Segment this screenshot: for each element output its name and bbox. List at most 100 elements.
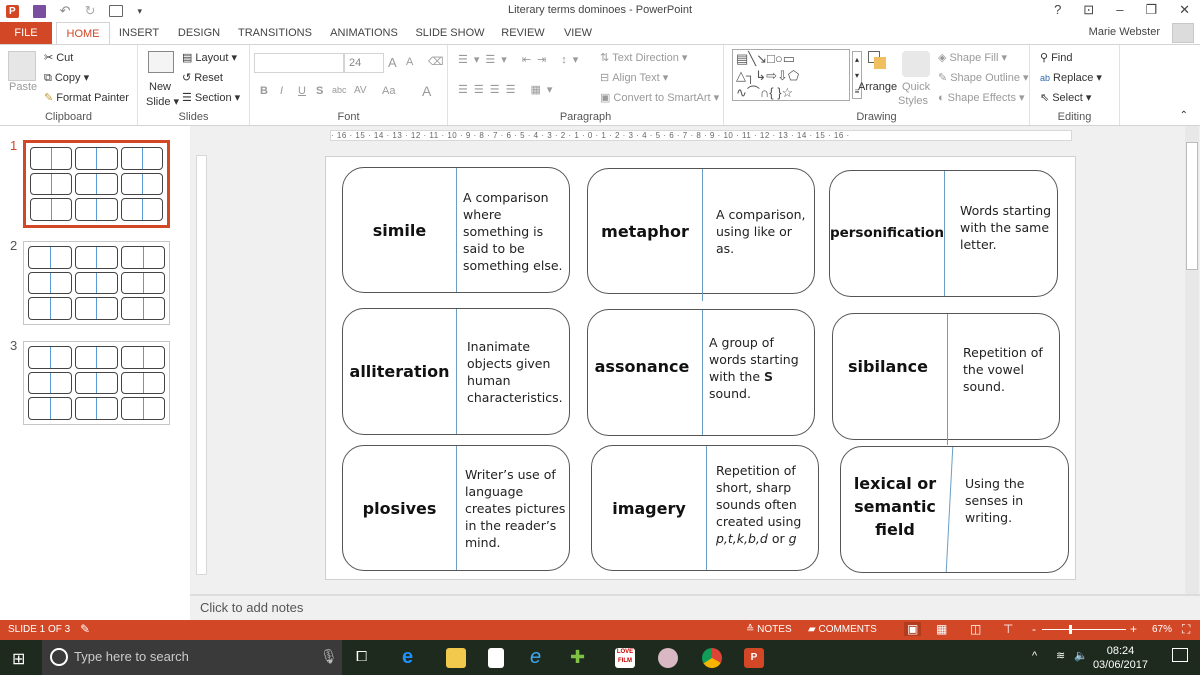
shapes-gallery[interactable]: ▤╲↘□○▭ △┐↳⇨⇩⬠ ∿⌒∩{ }☆ (732, 49, 850, 101)
slide-thumbnail-3[interactable] (23, 341, 170, 425)
scrollbar-thumb[interactable] (1186, 142, 1198, 270)
taskbar-search-box[interactable]: Type here to search 🎙 (42, 640, 342, 675)
domino-card[interactable]: metaphor A comparison, using like or as. (587, 168, 815, 301)
domino-card[interactable]: assonance A group of words starting with… (587, 309, 815, 436)
clear-formatting-icon[interactable]: ⌫ (428, 55, 444, 68)
powerpoint-app-icon[interactable]: P (6, 4, 19, 18)
windows-start-icon[interactable]: ⊞ (12, 649, 25, 669)
layout-button[interactable]: ▤ Layout ▾ (182, 51, 237, 64)
tab-view[interactable]: VIEW (556, 22, 600, 44)
task-view-icon[interactable]: ⧠ (356, 648, 367, 665)
chrome-icon[interactable] (702, 648, 722, 668)
domino-card[interactable]: imagery Repetition of short, sharp sound… (591, 445, 819, 571)
quick-styles-icon[interactable] (902, 51, 930, 77)
ribbon-display-icon[interactable]: ⊡ (1083, 2, 1094, 18)
customize-qat-icon[interactable]: ▾ (137, 6, 142, 17)
underline-button[interactable]: U (298, 85, 306, 97)
system-clock[interactable]: 08:24 03/06/2017 (1093, 644, 1148, 672)
slideshow-view-icon[interactable]: ⊤ (1003, 622, 1013, 636)
domino-card[interactable]: simile A comparison where something is s… (342, 167, 570, 293)
italic-button[interactable]: I (280, 85, 283, 97)
text-direction-button[interactable]: ⇅ Text Direction ▾ (600, 51, 687, 64)
format-painter-button[interactable]: ✎ Format Painter (44, 91, 129, 104)
wifi-icon[interactable]: ≋ (1056, 649, 1065, 662)
copy-button[interactable]: ⧉ Copy ▾ (44, 71, 89, 85)
quick-styles-button[interactable]: Quick (902, 81, 930, 93)
arrange-icon[interactable] (868, 51, 892, 73)
find-button[interactable]: ⚲ Find (1040, 51, 1072, 64)
app-plus-icon[interactable]: ✚ (570, 648, 590, 668)
tab-home[interactable]: HOME (56, 22, 110, 45)
snipping-tool-icon[interactable] (658, 648, 678, 668)
zoom-slider-thumb[interactable] (1068, 625, 1072, 634)
zoom-in-button[interactable]: + (1130, 622, 1137, 636)
strikethrough-button[interactable]: abc (332, 85, 347, 95)
shadow-button[interactable]: S (316, 85, 323, 97)
list-buttons[interactable]: ☰▾☰▾ ⇤⇥ ↕▾ (458, 53, 584, 66)
file-explorer-icon[interactable] (446, 648, 466, 668)
slide-thumbnail-1[interactable] (23, 140, 170, 228)
paste-icon[interactable] (8, 51, 36, 81)
help-icon[interactable]: ? (1054, 2, 1061, 18)
tab-slide-show[interactable]: SLIDE SHOW (414, 22, 486, 44)
font-name-input[interactable] (254, 53, 344, 73)
alignment-buttons[interactable]: ☰☰☰☰ ▦▾ (458, 83, 558, 96)
spelling-icon[interactable]: ✎ (80, 622, 90, 636)
slide-canvas[interactable]: simile A comparison where something is s… (325, 156, 1076, 580)
cut-button[interactable]: ✂ Cut (44, 51, 73, 64)
domino-card[interactable]: plosives Writer’s use of language create… (342, 445, 570, 571)
font-color-button[interactable]: A (422, 83, 431, 99)
edge-browser-icon[interactable]: e (402, 647, 422, 668)
comments-button[interactable]: ▰ COMMENTS (808, 624, 877, 635)
lovefilm-icon[interactable]: LOVE FILM (615, 648, 635, 668)
volume-icon[interactable]: 🔈 (1074, 649, 1088, 662)
avatar[interactable] (1172, 23, 1194, 43)
replace-button[interactable]: ab Replace ▾ (1040, 71, 1102, 84)
slide-thumbnail-2[interactable] (23, 241, 170, 325)
character-spacing-button[interactable]: AV (354, 85, 367, 96)
zoom-level[interactable]: 67% (1152, 624, 1172, 635)
shape-outline-button[interactable]: ✎ Shape Outline ▾ (938, 71, 1029, 84)
section-button[interactable]: ☰ Section ▾ (182, 91, 240, 104)
user-name[interactable]: Marie Webster (1089, 26, 1160, 38)
domino-card[interactable]: personification Words starting with the … (829, 170, 1058, 297)
microphone-icon[interactable]: 🎙 (320, 648, 338, 665)
bold-button[interactable]: B (260, 85, 268, 97)
reading-view-icon[interactable]: ◫ (970, 622, 981, 636)
tab-design[interactable]: DESIGN (172, 22, 226, 44)
shape-effects-button[interactable]: ◐ Shape Effects ▾ (938, 91, 1025, 104)
fit-to-window-icon[interactable]: ⛶ (1182, 622, 1190, 637)
change-case-button[interactable]: Aa (382, 85, 395, 97)
new-slide-label[interactable]: Slide ▾ (146, 95, 179, 108)
new-slide-button[interactable]: New (149, 81, 171, 93)
domino-card[interactable]: sibilance Repetition of the vowel sound. (832, 313, 1060, 445)
action-center-icon[interactable] (1172, 648, 1188, 662)
tab-transitions[interactable]: TRANSITIONS (234, 22, 316, 44)
shrink-font-button[interactable]: A (406, 56, 413, 68)
domino-card[interactable]: alliteration Inanimate objects given hum… (342, 308, 570, 435)
normal-view-icon[interactable]: ▣ (904, 622, 922, 636)
zoom-slider[interactable] (1042, 629, 1126, 630)
reset-button[interactable]: ↺ Reset (182, 71, 223, 84)
undo-icon[interactable]: ↶ (60, 3, 71, 19)
font-size-input[interactable]: 24 (344, 53, 384, 73)
notes-button[interactable]: ≙ NOTES (746, 624, 792, 635)
store-icon[interactable] (488, 648, 504, 668)
tab-file[interactable]: FILE (0, 22, 52, 44)
grow-font-button[interactable]: A (388, 55, 397, 70)
domino-card[interactable]: lexical or semantic field Using the sens… (840, 446, 1069, 573)
slide-sorter-icon[interactable]: ▦ (936, 622, 947, 636)
internet-explorer-icon[interactable]: e (530, 647, 550, 668)
zoom-out-button[interactable]: - (1032, 622, 1036, 636)
collapse-ribbon-icon[interactable]: ⌃ (1180, 110, 1188, 121)
select-button[interactable]: ⇖ Select ▾ (1040, 91, 1091, 104)
notes-placeholder[interactable]: Click to add notes (200, 600, 303, 615)
show-hidden-icons[interactable]: ^ (1032, 650, 1037, 662)
arrange-button[interactable]: Arrange (858, 81, 897, 93)
save-icon[interactable] (32, 4, 46, 18)
powerpoint-taskbar-icon[interactable]: P (744, 648, 764, 668)
new-slide-icon[interactable] (148, 51, 174, 73)
convert-smartart-button[interactable]: ▣ Convert to SmartArt ▾ (600, 91, 719, 104)
redo-icon[interactable]: ↻ (85, 3, 96, 19)
restore-icon[interactable]: ❐ (1145, 2, 1157, 18)
